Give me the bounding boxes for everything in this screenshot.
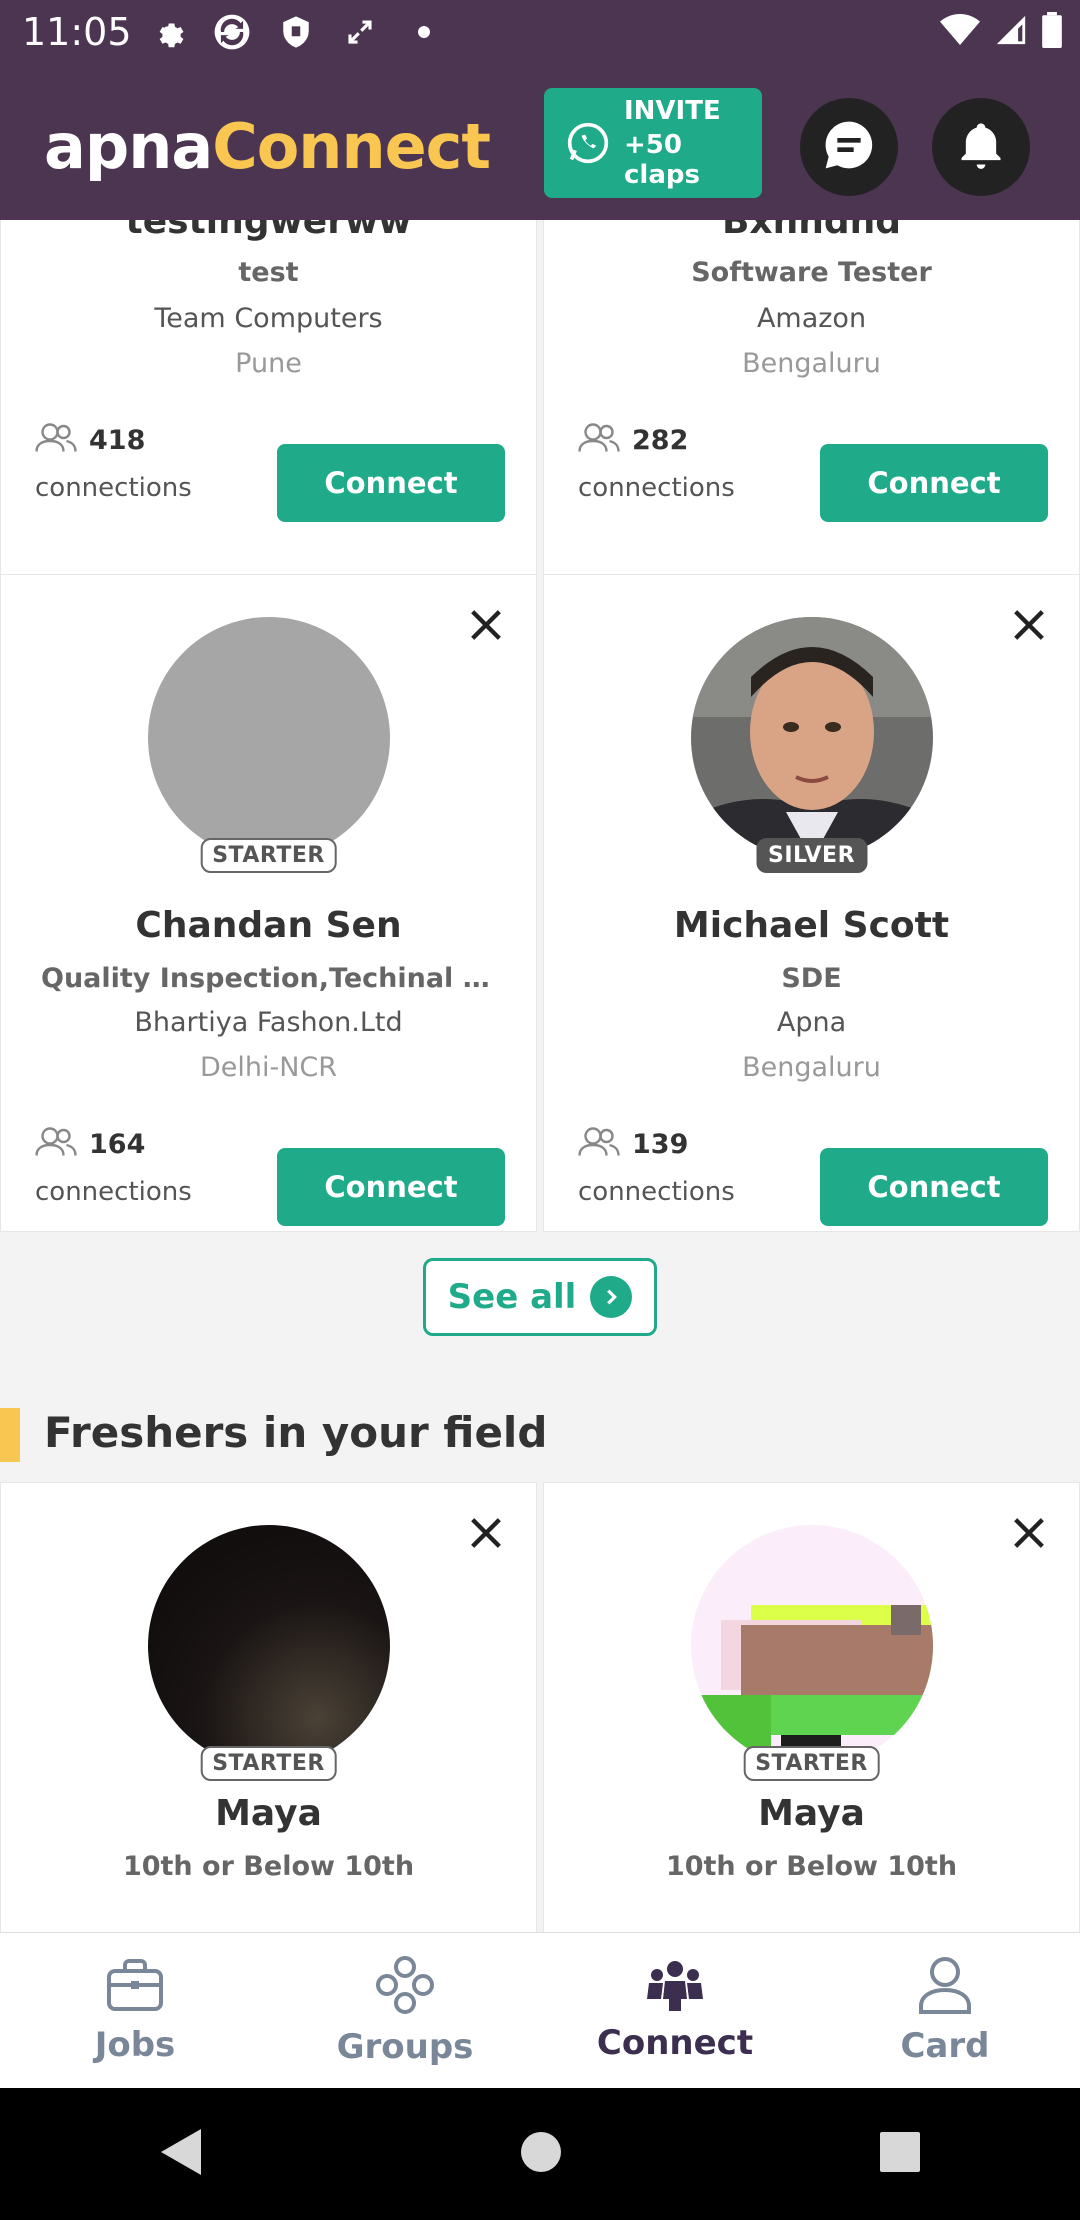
nav-item-connect[interactable]: Connect <box>540 1933 810 2088</box>
app-logo: apnaConnect <box>44 110 491 183</box>
people-icon <box>35 423 77 457</box>
profile-company: Bhartiya Fashon.Ltd <box>134 1007 403 1038</box>
dismiss-icon[interactable] <box>1009 605 1049 645</box>
profile-card[interactable]: testingwerww test Team Computers Pune 41… <box>0 220 537 589</box>
profile-role: Software Tester <box>691 257 932 288</box>
tier-badge: SILVER <box>755 838 868 873</box>
tier-badge: STARTER <box>743 1746 880 1781</box>
nav-label: Connect <box>596 2022 754 2063</box>
profile-name: Bxnndnd <box>721 220 902 242</box>
nav-label: Jobs <box>94 2024 176 2065</box>
invite-label: INVITE <box>624 96 721 126</box>
bottom-navigation: Jobs Groups Connect Card <box>0 1932 1080 2088</box>
connections-label: connections <box>35 1177 192 1207</box>
nav-item-jobs[interactable]: Jobs <box>0 1933 270 2088</box>
messages-button[interactable] <box>800 98 898 196</box>
profile-name: testingwerww <box>125 220 412 242</box>
notifications-button[interactable] <box>932 98 1030 196</box>
profile-card[interactable]: Bxnndnd Software Tester Amazon Bengaluru… <box>543 220 1080 589</box>
avatar[interactable] <box>147 617 390 859</box>
profile-card[interactable]: SILVER Michael Scott SDE Apna Bengaluru … <box>543 574 1080 1232</box>
see-all-button[interactable]: See all <box>423 1258 657 1336</box>
profile-role: SDE <box>781 963 842 994</box>
people-group-icon <box>645 1959 705 2015</box>
profile-company: Apna <box>776 1007 847 1038</box>
shield-icon <box>276 12 316 52</box>
profile-name: Maya <box>215 1793 322 1834</box>
avatar[interactable] <box>690 1525 933 1767</box>
dismiss-icon[interactable] <box>1009 1513 1049 1553</box>
connections-label: connections <box>578 1177 735 1207</box>
connect-feed: testingwerww test Team Computers Pune 41… <box>0 220 1080 1932</box>
people-icon <box>578 1127 620 1161</box>
invite-button[interactable]: INVITE +50 claps <box>544 88 762 198</box>
briefcase-icon <box>105 1957 165 2017</box>
profile-education: 10th or Below 10th <box>122 1851 415 1882</box>
signal-icon <box>994 13 1028 51</box>
profile-name: Chandan Sen <box>135 905 402 946</box>
sync-app-icon <box>212 12 252 52</box>
avatar[interactable] <box>147 1525 390 1767</box>
whatsapp-icon <box>566 121 610 165</box>
fresher-card[interactable]: STARTER Maya 10th or Below 10th <box>543 1482 1080 1932</box>
connections-count: 282 <box>578 423 688 457</box>
nav-label: Card <box>900 2025 990 2066</box>
tier-badge: STARTER <box>200 1746 337 1781</box>
connections-count: 164 <box>35 1127 145 1161</box>
settings-icon <box>148 12 188 52</box>
people-icon <box>578 423 620 457</box>
app-header: apnaConnect INVITE +50 claps <box>0 66 1080 220</box>
chevron-right-icon <box>590 1276 633 1318</box>
status-time: 11:05 <box>22 10 132 54</box>
tier-badge: STARTER <box>200 838 337 873</box>
person-icon <box>917 1956 973 2018</box>
profile-city: Delhi-NCR <box>199 1052 338 1083</box>
fresher-card[interactable]: STARTER Maya 10th or Below 10th <box>0 1482 537 1932</box>
nav-item-groups[interactable]: Groups <box>270 1933 540 2088</box>
dismiss-icon[interactable] <box>466 605 506 645</box>
profile-education: 10th or Below 10th <box>665 1851 958 1882</box>
profile-role: Quality Inspection,Techinal QA ... <box>41 963 536 994</box>
avatar[interactable] <box>690 617 933 859</box>
profile-company: Team Computers <box>154 303 383 334</box>
nav-label: Groups <box>336 2026 474 2067</box>
profile-city: Bengaluru <box>742 348 881 379</box>
groups-icon <box>375 1955 435 2019</box>
wifi-icon <box>940 13 980 51</box>
nav-item-card[interactable]: Card <box>810 1933 1080 2088</box>
connections-label: connections <box>35 473 192 503</box>
connect-button[interactable]: Connect <box>820 1148 1048 1226</box>
recents-icon[interactable] <box>879 2131 921 2177</box>
connections-count: 418 <box>35 423 145 457</box>
profile-card[interactable]: STARTER Chandan Sen Quality Inspection,T… <box>0 574 537 1232</box>
section-title: Freshers in your field <box>44 1408 548 1457</box>
freshers-section-header: Freshers in your field <box>0 1400 1080 1470</box>
profile-city: Pune <box>235 348 302 379</box>
bell-icon <box>955 119 1007 175</box>
expand-icon <box>340 12 380 52</box>
back-icon[interactable] <box>159 2127 203 2181</box>
connect-button[interactable]: Connect <box>820 444 1048 522</box>
profile-city: Bengaluru <box>742 1052 881 1083</box>
system-navigation-bar <box>0 2088 1080 2220</box>
connections-count: 139 <box>578 1127 688 1161</box>
see-all-label: See all <box>447 1277 577 1317</box>
connect-button[interactable]: Connect <box>277 1148 505 1226</box>
dot-icon <box>404 12 444 52</box>
chat-icon <box>821 117 877 177</box>
profile-company: Amazon <box>756 303 867 334</box>
section-accent-bar <box>0 1408 20 1462</box>
profile-role: test <box>238 257 299 288</box>
connect-button[interactable]: Connect <box>277 444 505 522</box>
battery-icon <box>1042 12 1062 52</box>
profile-name: Michael Scott <box>673 905 950 946</box>
dismiss-icon[interactable] <box>466 1513 506 1553</box>
home-icon[interactable] <box>520 2131 562 2177</box>
connections-label: connections <box>578 473 735 503</box>
profile-name: Maya <box>758 1793 865 1834</box>
invite-claps: +50 claps <box>624 130 700 190</box>
status-bar: 11:05 <box>0 0 1080 66</box>
people-icon <box>35 1127 77 1161</box>
